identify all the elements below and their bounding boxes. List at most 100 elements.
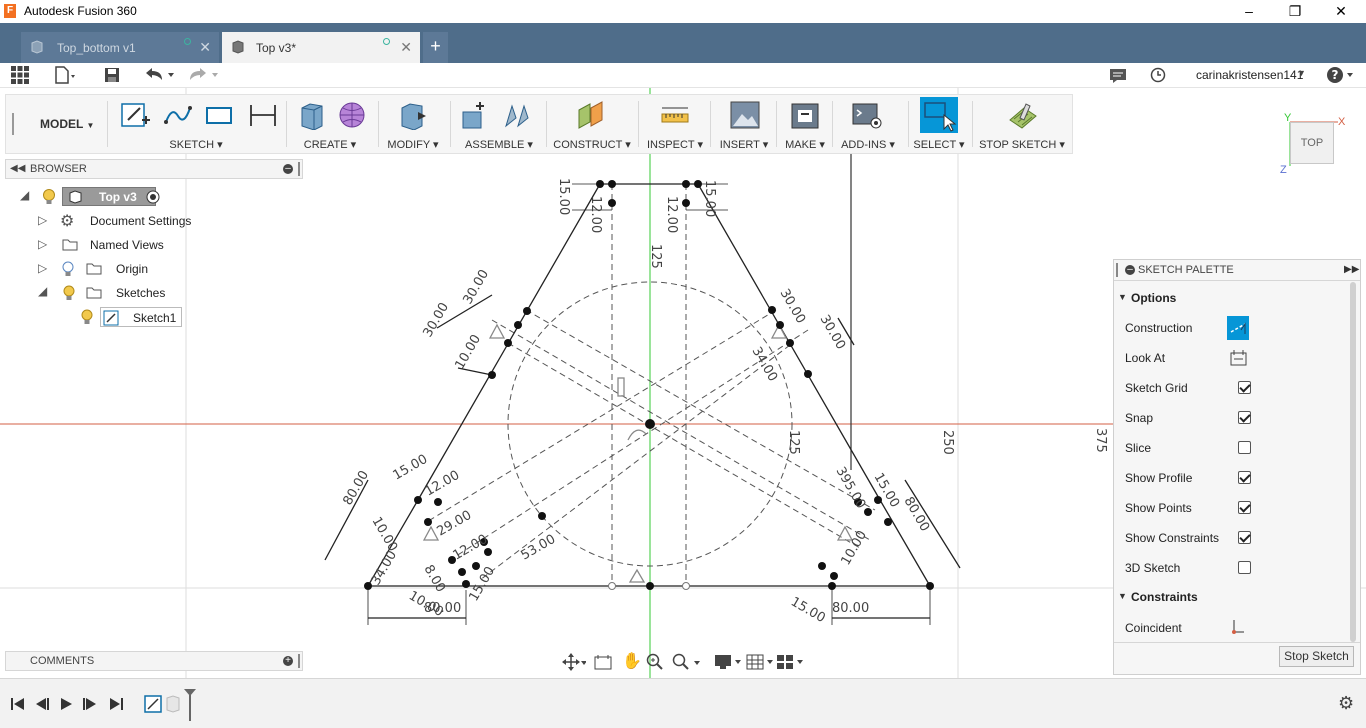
viewcube-top-face[interactable]: TOP [1290,122,1334,164]
browser-panel-header[interactable]: ◀◀ BROWSER – [5,159,303,179]
rectangle-tool-icon[interactable] [204,100,234,130]
extrude-icon[interactable] [296,100,326,130]
construct-group[interactable]: CONSTRUCT ▾ [550,95,634,153]
visibility-bulb-icon[interactable] [80,309,94,325]
pan-hand-icon[interactable]: ✋ [622,651,642,671]
viewcube[interactable]: TOP X Y Z [1276,110,1356,180]
finish-sketch-icon[interactable] [1008,100,1038,130]
go-to-end-icon[interactable] [108,697,124,711]
grid-snaps-icon[interactable] [746,653,776,671]
collapse-panel-icon[interactable]: ◀◀ [10,163,25,174]
expanded-triangle-icon[interactable]: ◢ [38,284,47,298]
collapsed-triangle-icon[interactable]: ▷ [38,237,47,251]
viewports-icon[interactable] [776,653,806,671]
coincident-constraint-icon[interactable] [1230,618,1246,636]
3d-print-icon[interactable] [790,100,820,130]
add-ins-group[interactable]: ADD-INS ▾ [836,95,900,153]
assemble-group[interactable]: ASSEMBLE ▾ [454,95,544,153]
browser-item-named-views[interactable]: ▷ Named Views [30,234,290,256]
palette-header[interactable]: – SKETCH PALETTE ▶▶ [1114,260,1360,281]
panel-grip[interactable] [298,162,300,176]
redo-icon[interactable] [188,68,220,82]
tab-top-v3[interactable]: Top v3* ✕ [222,32,420,63]
comments-panel-header[interactable]: COMMENTS + [5,651,303,671]
insert-group[interactable]: INSERT ▾ [714,95,774,153]
insert-image-icon[interactable] [730,100,760,130]
browser-item-origin[interactable]: ▷ Origin [30,258,290,280]
create-sketch-icon[interactable] [120,100,150,130]
expand-panel-icon[interactable]: ▶▶ [1344,264,1359,275]
add-comment-icon[interactable]: + [283,656,293,666]
collapsed-triangle-icon[interactable]: ▷ [38,213,47,227]
orbit-move-icon[interactable] [562,653,586,671]
select-group[interactable]: SELECT ▾ [912,95,966,153]
minimize-panel-icon[interactable]: – [283,164,293,174]
slice-checkbox[interactable] [1238,441,1251,454]
create-group[interactable]: CREATE ▾ [290,95,370,153]
select-tool-active[interactable] [920,97,958,133]
browser-item-sketch1[interactable]: Sketch1 [76,306,276,328]
fit-zoom-icon[interactable] [672,653,702,671]
show-profile-checkbox[interactable] [1238,471,1251,484]
display-settings-icon[interactable] [714,653,744,671]
construction-toggle[interactable] [1227,316,1249,340]
play-icon[interactable] [58,697,74,711]
step-forward-icon[interactable] [82,697,98,711]
make-group[interactable]: MAKE ▾ [780,95,830,153]
options-section-header[interactable]: ▼ Options [1114,284,1346,314]
stop-sketch-group[interactable]: STOP SKETCH ▾ [976,95,1068,153]
sketch-item-highlight[interactable]: Sketch1 [100,307,182,327]
sketch-grid-checkbox[interactable] [1238,381,1251,394]
look-at-icon[interactable] [594,654,612,670]
user-account-menu[interactable]: carinakristensen141 [1196,68,1303,82]
job-status-clock-icon[interactable] [1150,67,1166,83]
snap-checkbox[interactable] [1238,411,1251,424]
joint-icon[interactable] [502,100,532,130]
close-tab-icon[interactable]: ✕ [400,39,412,56]
browser-root-row[interactable]: ◢ Top v3 [14,186,294,208]
panel-grip[interactable] [298,654,300,668]
offset-plane-icon[interactable] [576,100,606,130]
new-tab-button[interactable]: + [423,32,448,63]
modify-group[interactable]: MODIFY ▾ [382,95,444,153]
step-back-icon[interactable] [34,697,50,711]
sketch-group[interactable]: SKETCH ▾ [114,95,278,153]
inspect-group[interactable]: INSPECT ▾ [642,95,708,153]
go-to-start-icon[interactable] [10,697,26,711]
toolbar-grip[interactable] [12,113,14,135]
activate-radio-icon[interactable] [146,190,160,204]
save-icon[interactable] [104,67,120,83]
collapsed-triangle-icon[interactable]: ▷ [38,261,47,275]
active-component-highlight[interactable]: Top v3 [62,187,156,206]
file-menu-icon[interactable] [54,66,76,84]
close-tab-icon[interactable]: ✕ [199,39,211,56]
line-tool-icon[interactable] [162,100,192,130]
show-constraints-checkbox[interactable] [1238,531,1251,544]
timeline-sketch-feature-icon[interactable] [144,695,162,713]
minimize-icon[interactable]: – [1226,0,1272,23]
comments-icon[interactable] [1109,68,1127,83]
show-points-checkbox[interactable] [1238,501,1251,514]
visibility-bulb-icon[interactable] [62,285,76,301]
tab-top-bottom[interactable]: Top_bottom v1 ✕ [21,32,219,63]
form-icon[interactable] [338,100,368,130]
constraints-section-header[interactable]: ▼ Constraints [1114,583,1346,613]
scripts-addins-icon[interactable] [852,100,882,130]
maximize-icon[interactable]: ❐ [1272,0,1318,23]
panel-grip[interactable] [1116,263,1118,277]
expanded-triangle-icon[interactable]: ◢ [20,188,29,202]
zoom-icon[interactable] [646,653,664,671]
undo-icon[interactable] [144,68,176,82]
data-panel-grid-icon[interactable] [11,66,29,84]
new-component-icon[interactable] [460,100,490,130]
stop-sketch-button[interactable]: Stop Sketch [1279,646,1354,667]
look-at-icon[interactable] [1230,349,1248,367]
minimize-panel-icon[interactable]: – [1125,265,1135,275]
visibility-bulb-icon[interactable] [42,188,56,206]
close-window-icon[interactable]: ✕ [1318,0,1364,23]
workspace-switcher[interactable]: MODEL ▼ [40,117,94,131]
visibility-bulb-off-icon[interactable] [62,261,74,277]
browser-item-sketches[interactable]: ◢ Sketches [30,282,290,304]
timeline-settings-gear-icon[interactable]: ⚙ [1338,693,1354,714]
browser-item-document-settings[interactable]: ▷ ⚙ Document Settings [30,210,290,232]
